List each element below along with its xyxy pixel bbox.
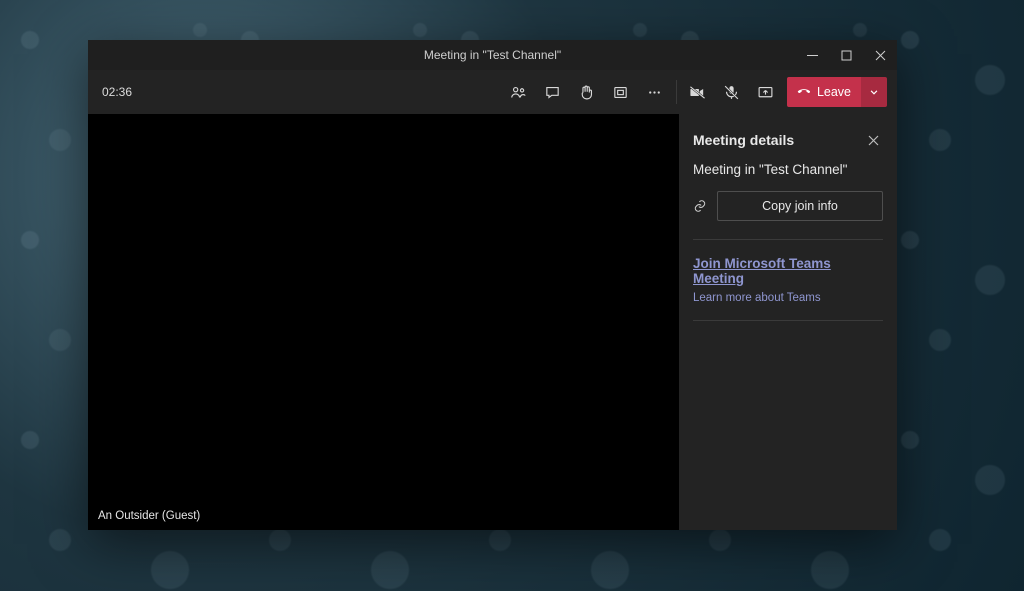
mic-off-icon [723, 84, 740, 101]
more-actions-button[interactable] [640, 77, 670, 107]
meeting-body: An Outsider (Guest) Meeting details Meet… [88, 114, 897, 530]
participant-caption: An Outsider (Guest) [98, 510, 200, 522]
toolbar-divider [676, 80, 677, 104]
leave-button[interactable]: Leave [787, 77, 861, 107]
meeting-timer: 02:36 [102, 85, 132, 99]
share-screen-button[interactable] [751, 77, 781, 107]
window-title: Meeting in "Test Channel" [424, 48, 561, 62]
rooms-icon [612, 84, 629, 101]
close-icon [875, 50, 886, 61]
minimize-button[interactable] [795, 40, 829, 70]
participants-button[interactable] [504, 77, 534, 107]
more-icon [646, 84, 663, 101]
mic-toggle-button[interactable] [717, 77, 747, 107]
close-panel-button[interactable] [861, 128, 885, 152]
maximize-icon [841, 50, 852, 61]
leave-label: Leave [817, 85, 851, 99]
toolbar-center-group [504, 77, 670, 107]
share-icon [757, 84, 774, 101]
toolbar-av-group [683, 77, 781, 107]
learn-more-link[interactable]: Learn more about Teams [693, 292, 883, 304]
maximize-button[interactable] [829, 40, 863, 70]
panel-heading: Meeting details [693, 132, 794, 148]
close-icon [868, 135, 879, 146]
chat-icon [544, 84, 561, 101]
meeting-title: Meeting in "Test Channel" [679, 158, 897, 191]
hangup-icon [797, 85, 811, 99]
leave-options-button[interactable] [861, 77, 887, 107]
panel-divider [693, 320, 883, 321]
chevron-down-icon [867, 85, 881, 99]
rooms-button[interactable] [606, 77, 636, 107]
panel-header: Meeting details [679, 114, 897, 158]
window-controls [795, 40, 897, 70]
meeting-details-panel: Meeting details Meeting in "Test Channel… [679, 114, 897, 530]
camera-toggle-button[interactable] [683, 77, 713, 107]
hand-icon [578, 84, 595, 101]
video-stage: An Outsider (Guest) [88, 114, 679, 530]
title-bar: Meeting in "Test Channel" [88, 40, 897, 70]
meeting-toolbar: 02:36 [88, 70, 897, 114]
people-icon [510, 84, 527, 101]
close-window-button[interactable] [863, 40, 897, 70]
copy-join-row: Copy join info [679, 191, 897, 239]
copy-join-info-button[interactable]: Copy join info [717, 191, 883, 221]
panel-links: Join Microsoft Teams Meeting Learn more … [679, 240, 897, 320]
camera-off-icon [689, 84, 706, 101]
minimize-icon [807, 50, 818, 61]
link-icon [693, 199, 707, 213]
raise-hand-button[interactable] [572, 77, 602, 107]
leave-split-button: Leave [787, 77, 887, 107]
join-teams-link[interactable]: Join Microsoft Teams Meeting [693, 256, 883, 286]
chat-button[interactable] [538, 77, 568, 107]
meeting-window: Meeting in "Test Channel" 02:36 [88, 40, 897, 530]
